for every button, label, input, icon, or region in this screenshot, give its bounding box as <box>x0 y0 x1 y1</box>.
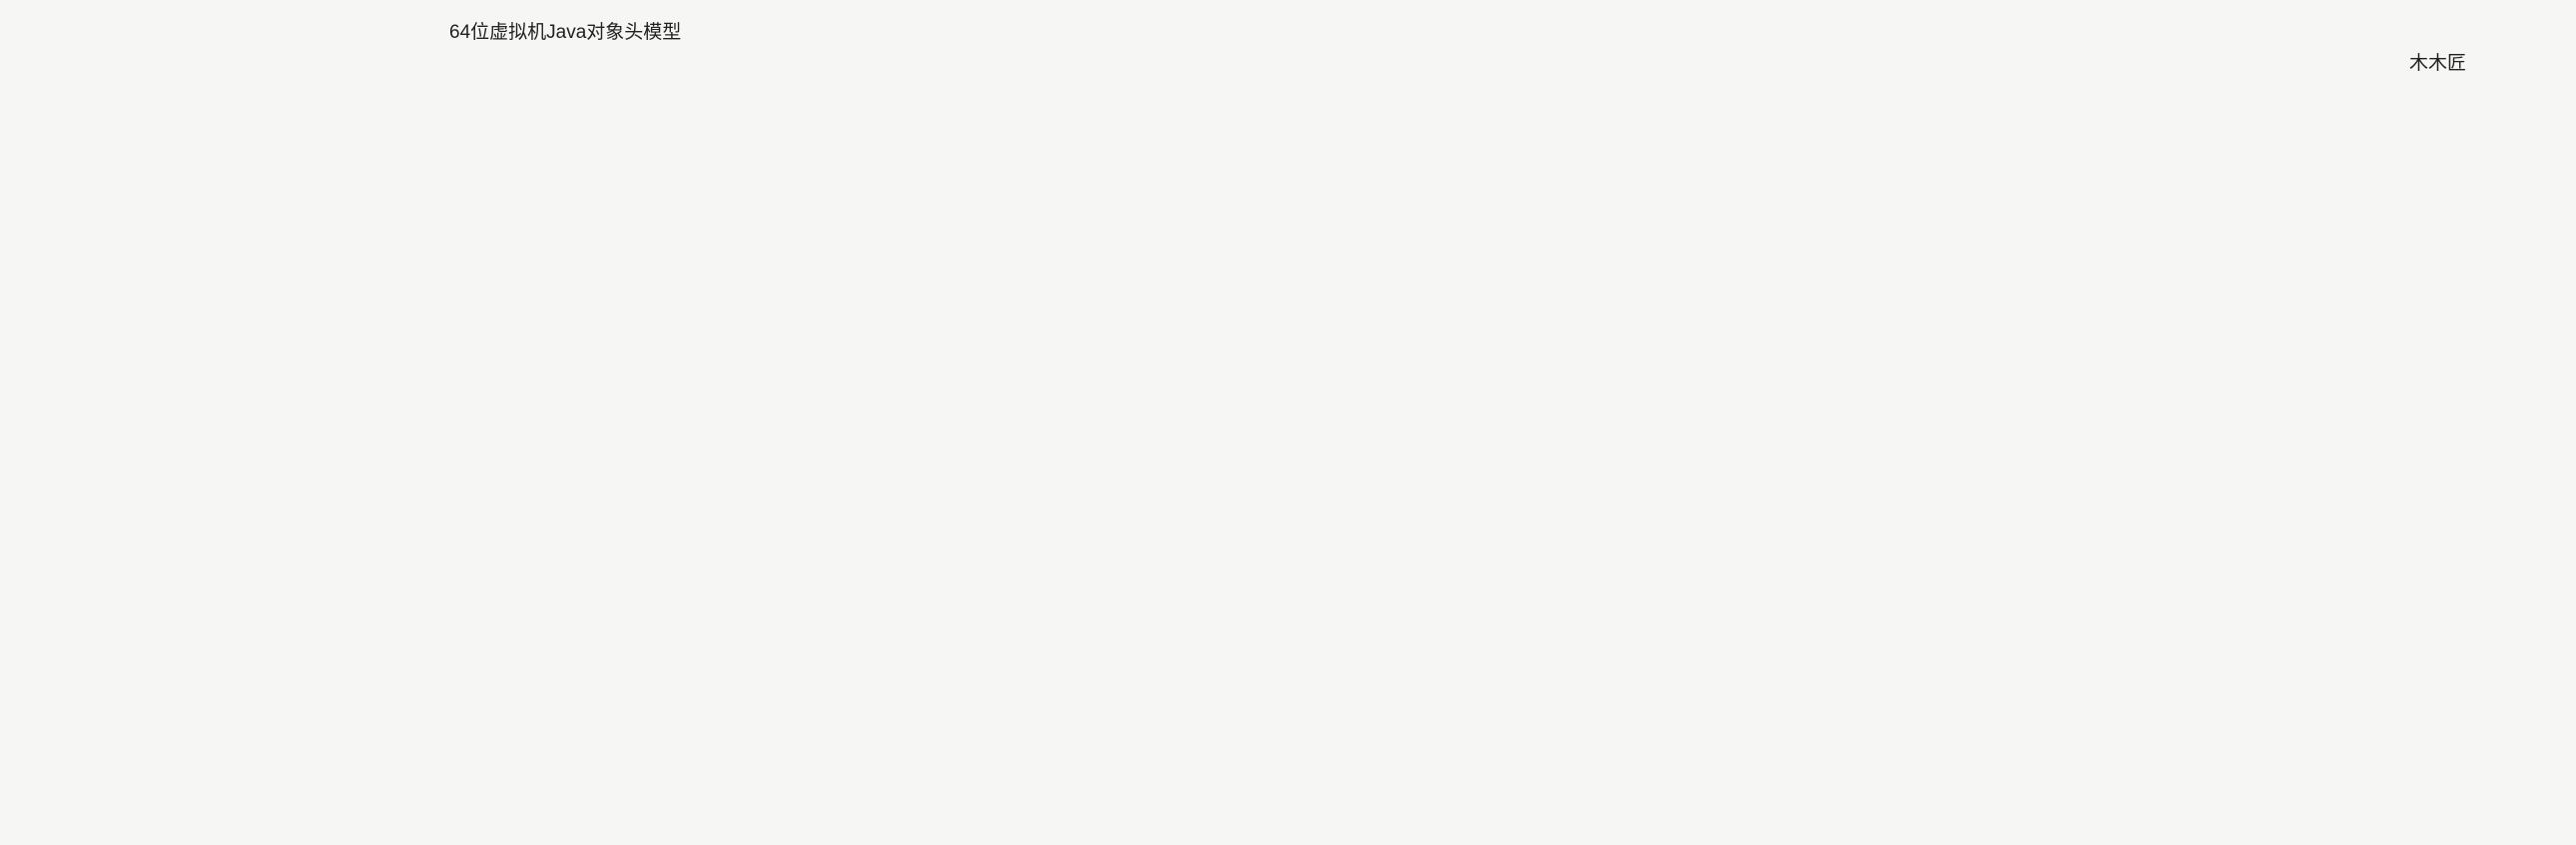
attribution: 木木匠 <box>30 51 2466 78</box>
diagram-title: 64位虚拟机Java对象头模型 <box>449 20 2546 47</box>
